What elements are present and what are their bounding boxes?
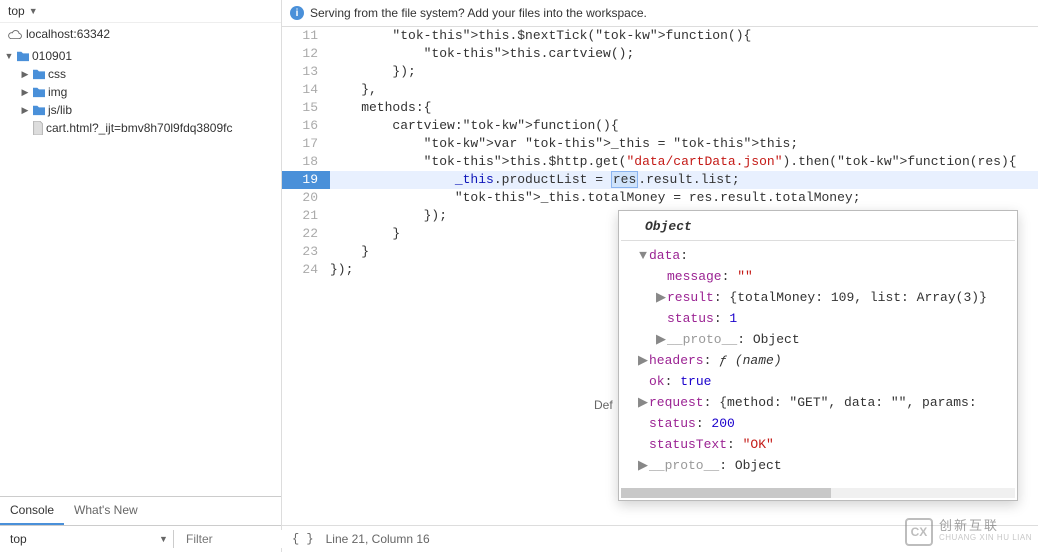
tooltip-row[interactable]: status: 200 (627, 413, 1009, 434)
line-number: 11 (282, 27, 330, 45)
code-line[interactable]: 13 }); (282, 63, 1038, 81)
host-row[interactable]: localhost:63342 (0, 23, 281, 45)
tree-label: img (48, 85, 67, 99)
tree-folder-jslib[interactable]: ▶ js/lib (0, 101, 281, 119)
tooltip-title: Object (621, 217, 1015, 241)
tooltip-row[interactable]: ok: true (627, 371, 1009, 392)
line-number: 20 (282, 189, 330, 207)
tooltip-row[interactable]: ▶result: {totalMoney: 109, list: Array(3… (627, 287, 1009, 308)
code-text: } (330, 243, 369, 261)
code-line[interactable]: 11 "tok-this">this.$nextTick("tok-kw">fu… (282, 27, 1038, 45)
left-pane: top ▼ localhost:63342 ▼ 010901 ▶ css ▶ i… (0, 0, 282, 552)
caret-down-icon: ▼ (4, 51, 14, 61)
tab-whatsnew[interactable]: What's New (64, 497, 148, 525)
watermark-py: CHUANG XIN HU LIAN (939, 532, 1032, 544)
console-tabs: Console What's New (0, 497, 281, 526)
line-number: 15 (282, 99, 330, 117)
code-text: "tok-kw">var "tok-this">_this = "tok-thi… (330, 135, 798, 153)
folder-icon (32, 68, 46, 80)
code-text: "tok-this">this.$nextTick("tok-kw">funct… (330, 27, 751, 45)
frame-select-label: top (8, 4, 25, 18)
line-number: 18 (282, 153, 330, 171)
tree-label: js/lib (48, 103, 72, 117)
line-number: 22 (282, 225, 330, 243)
braces-icon[interactable]: { } (292, 532, 314, 546)
code-line[interactable]: 18 "tok-this">this.$http.get("data/cartD… (282, 153, 1038, 171)
line-number: 13 (282, 63, 330, 81)
code-text: }, (330, 81, 377, 99)
line-number: 14 (282, 81, 330, 99)
line-number: 23 (282, 243, 330, 261)
folder-icon (32, 104, 46, 116)
context-label: top (10, 532, 27, 546)
caret-right-icon: ▶ (20, 69, 30, 80)
default-levels-label[interactable]: Def (594, 398, 613, 412)
tree-label: 010901 (32, 49, 72, 63)
code-text: }); (330, 207, 447, 225)
tree-label: cart.html?_ijt=bmv8h70l9fdq3809fc (46, 121, 232, 135)
line-number: 17 (282, 135, 330, 153)
file-icon (32, 121, 44, 135)
tooltip-row[interactable]: message: "" (627, 266, 1009, 287)
tooltip-row[interactable]: ▶__proto__: Object (627, 455, 1009, 476)
code-text: }); (330, 261, 353, 279)
line-number: 19 (282, 171, 330, 189)
info-bar[interactable]: i Serving from the file system? Add your… (282, 0, 1038, 27)
folder-icon (32, 86, 46, 98)
code-text: "tok-this">_this.totalMoney = res.result… (330, 189, 861, 207)
scrollbar-thumb[interactable] (621, 488, 831, 498)
context-select[interactable]: top ▼ (4, 530, 174, 548)
tooltip-row[interactable]: ▶request: {method: "GET", data: "", para… (627, 392, 1009, 413)
tooltip-body: ▼data: message: ""▶result: {totalMoney: … (621, 241, 1015, 482)
host-label: localhost:63342 (26, 27, 110, 41)
caret-right-icon: ▶ (20, 87, 30, 98)
tree-file-cart[interactable]: cart.html?_ijt=bmv8h70l9fdq3809fc (0, 119, 281, 137)
line-number: 24 (282, 261, 330, 279)
line-number: 16 (282, 117, 330, 135)
tab-console[interactable]: Console (0, 497, 64, 525)
chevron-down-icon: ▼ (159, 534, 167, 544)
tooltip-row[interactable]: ▶headers: ƒ (name) (627, 350, 1009, 371)
watermark: CX 创新互联 CHUANG XIN HU LIAN (905, 518, 1032, 546)
code-text: cartview:"tok-kw">function(){ (330, 117, 619, 135)
code-line[interactable]: 20 "tok-this">_this.totalMoney = res.res… (282, 189, 1038, 207)
object-inspector-tooltip[interactable]: Object ▼data: message: ""▶result: {total… (618, 210, 1018, 501)
file-tree: ▼ 010901 ▶ css ▶ img ▶ js/lib (0, 45, 281, 139)
code-line[interactable]: 16 cartview:"tok-kw">function(){ (282, 117, 1038, 135)
watermark-logo-icon: CX (905, 518, 933, 546)
tooltip-row[interactable]: statusText: "OK" (627, 434, 1009, 455)
tooltip-scrollbar[interactable] (621, 488, 1015, 498)
tree-folder-img[interactable]: ▶ img (0, 83, 281, 101)
code-line[interactable]: 17 "tok-kw">var "tok-this">_this = "tok-… (282, 135, 1038, 153)
tree-folder-root[interactable]: ▼ 010901 (0, 47, 281, 65)
code-text: }); (330, 63, 416, 81)
info-text: Serving from the file system? Add your f… (310, 6, 647, 20)
tree-folder-css[interactable]: ▶ css (0, 65, 281, 83)
caret-right-icon: ▶ (20, 105, 30, 116)
code-text: methods:{ (330, 99, 431, 117)
line-number: 21 (282, 207, 330, 225)
code-text: _this.productList = res.result.list; (330, 171, 740, 189)
cursor-position: Line 21, Column 16 (326, 532, 430, 546)
info-icon: i (290, 6, 304, 20)
folder-icon (16, 50, 30, 62)
cloud-icon (8, 29, 22, 39)
tooltip-row[interactable]: ▼data: (627, 245, 1009, 266)
frame-select[interactable]: top ▼ (0, 0, 281, 23)
tooltip-row[interactable]: ▶__proto__: Object (627, 329, 1009, 350)
tooltip-row[interactable]: status: 1 (627, 308, 1009, 329)
chevron-down-icon: ▼ (29, 6, 37, 16)
code-line[interactable]: 15 methods:{ (282, 99, 1038, 117)
code-text: "tok-this">this.cartview(); (330, 45, 634, 63)
code-line[interactable]: 19 _this.productList = res.result.list; (282, 171, 1038, 189)
code-text: "tok-this">this.$http.get("data/cartData… (330, 153, 1038, 171)
code-line[interactable]: 12 "tok-this">this.cartview(); (282, 45, 1038, 63)
watermark-cn: 创新互联 (939, 520, 1032, 532)
line-number: 12 (282, 45, 330, 63)
code-line[interactable]: 14 }, (282, 81, 1038, 99)
code-text: } (330, 225, 400, 243)
tree-label: css (48, 67, 66, 81)
